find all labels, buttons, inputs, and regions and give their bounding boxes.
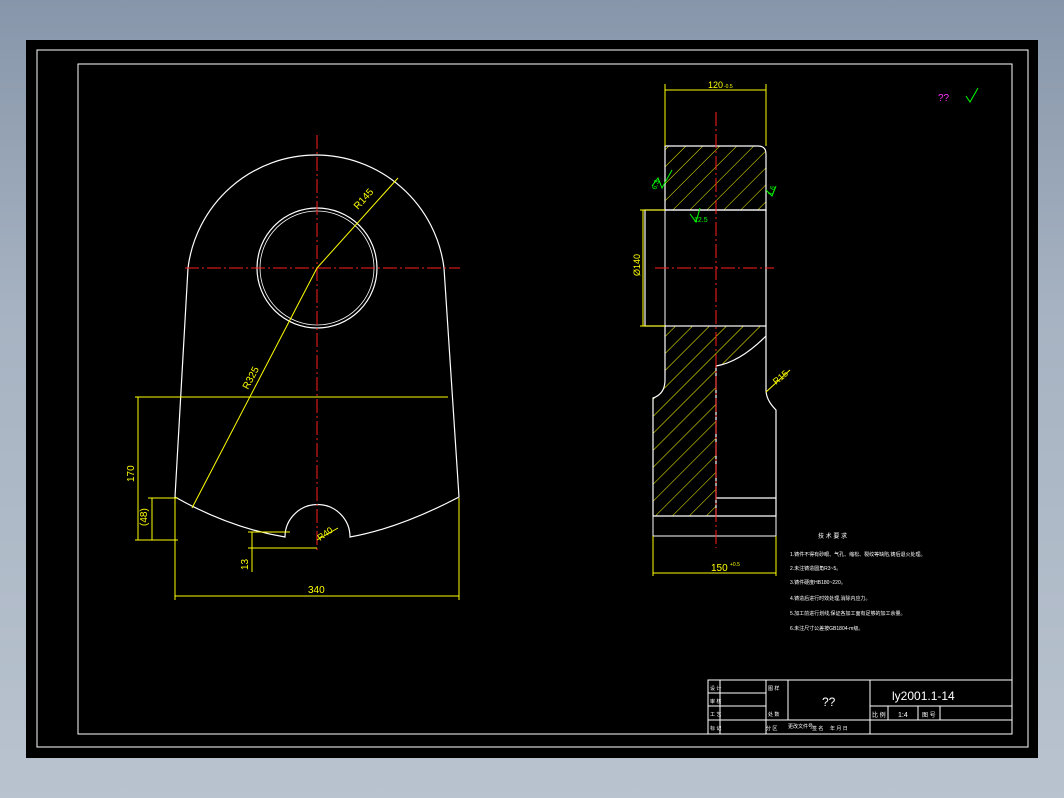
outer-border (36, 49, 1029, 748)
scale-label: 比 例 (872, 711, 886, 719)
tb-row-label-2: 审 核 (710, 698, 721, 705)
note-line-1: 1.铸件不得有砂眼、气孔、缩松、裂纹等缺陷,铸后退火处理。 (790, 551, 926, 558)
tb-cell-3: 分 区 (766, 725, 777, 732)
mark-top-right: ?? (938, 93, 950, 104)
scale-value: 1:4 (898, 712, 908, 719)
tb-cell-2: 处 数 (768, 711, 779, 718)
dim-340: 340 (308, 585, 325, 596)
note-line-6: 6.未注尺寸公差按GB1804-m级。 (790, 625, 863, 632)
hatch-middle (653, 326, 766, 516)
dim-13: 13 (240, 558, 251, 570)
tb-cell-5: 签 名 (812, 725, 823, 732)
dim-150-tol: +0.5 (730, 562, 740, 568)
tb-cell-1: 图 样 (768, 685, 779, 692)
dim-r15: R15 (771, 368, 790, 386)
leader-r325 (191, 267, 318, 509)
tb-row-label-3: 工 艺 (710, 712, 721, 718)
leader-r145 (316, 177, 399, 269)
note-line-3: 3.铸件硬度HB180~220。 (790, 579, 846, 586)
dim-170: 170 (126, 465, 137, 482)
dim-150: 150 (711, 563, 728, 574)
notes-title: 技 术 要 求 (818, 532, 847, 540)
title-block-frame (707, 679, 1013, 735)
sheet-label: 图 号 (922, 712, 936, 719)
side-view: 120 -0.5 Ø140 R15 150 +0.5 6.3 1.6 12.5 (632, 80, 791, 576)
dim-48: (48) (139, 508, 150, 526)
part-name: ?? (822, 695, 836, 709)
roughness-bore: 12.5 (694, 217, 708, 224)
dim-120: 120 (708, 80, 723, 90)
dim-120-tol: -0.5 (724, 84, 733, 90)
note-line-4: 4.铸造后进行时效处理,消除内应力。 (790, 595, 871, 602)
tb-cell-4: 更改文件号 (788, 723, 813, 730)
tb-row-label-1: 设 计 (710, 685, 721, 692)
tb-cell-6: 年 月 日 (830, 725, 848, 732)
dim-r40: R40 (315, 525, 334, 543)
dim-140: Ø140 (632, 254, 642, 276)
roughness-default-icon (965, 87, 979, 103)
front-view: R145 R325 170 (48) R40 13 340 (126, 135, 460, 600)
title-block[interactable]: 设 计 审 核 工 艺 标 记 图 样 处 数 分 区 更改文件号 签 名 年 … (707, 679, 1013, 735)
note-line-2: 2.未注铸造圆角R3~5。 (790, 565, 841, 572)
base-step (652, 516, 777, 537)
dim-r145: R145 (352, 187, 376, 212)
technical-notes: 技 术 要 求 1.铸件不得有砂眼、气孔、缩松、裂纹等缺陷,铸后退火处理。 2.… (790, 532, 926, 632)
tb-row-label-4: 标 记 (710, 725, 721, 732)
roughness-left: 6.3 (651, 179, 661, 191)
drawing-number: ly2001.1-14 (892, 689, 955, 703)
dim-r325: R325 (241, 365, 262, 392)
inner-border (77, 63, 1013, 735)
note-line-5: 5.加工前进行划线,保证各加工面有足够的加工余量。 (790, 610, 906, 617)
cad-drawing: R145 R325 170 (48) R40 13 340 120 -0.5 Ø… (36, 49, 1029, 748)
